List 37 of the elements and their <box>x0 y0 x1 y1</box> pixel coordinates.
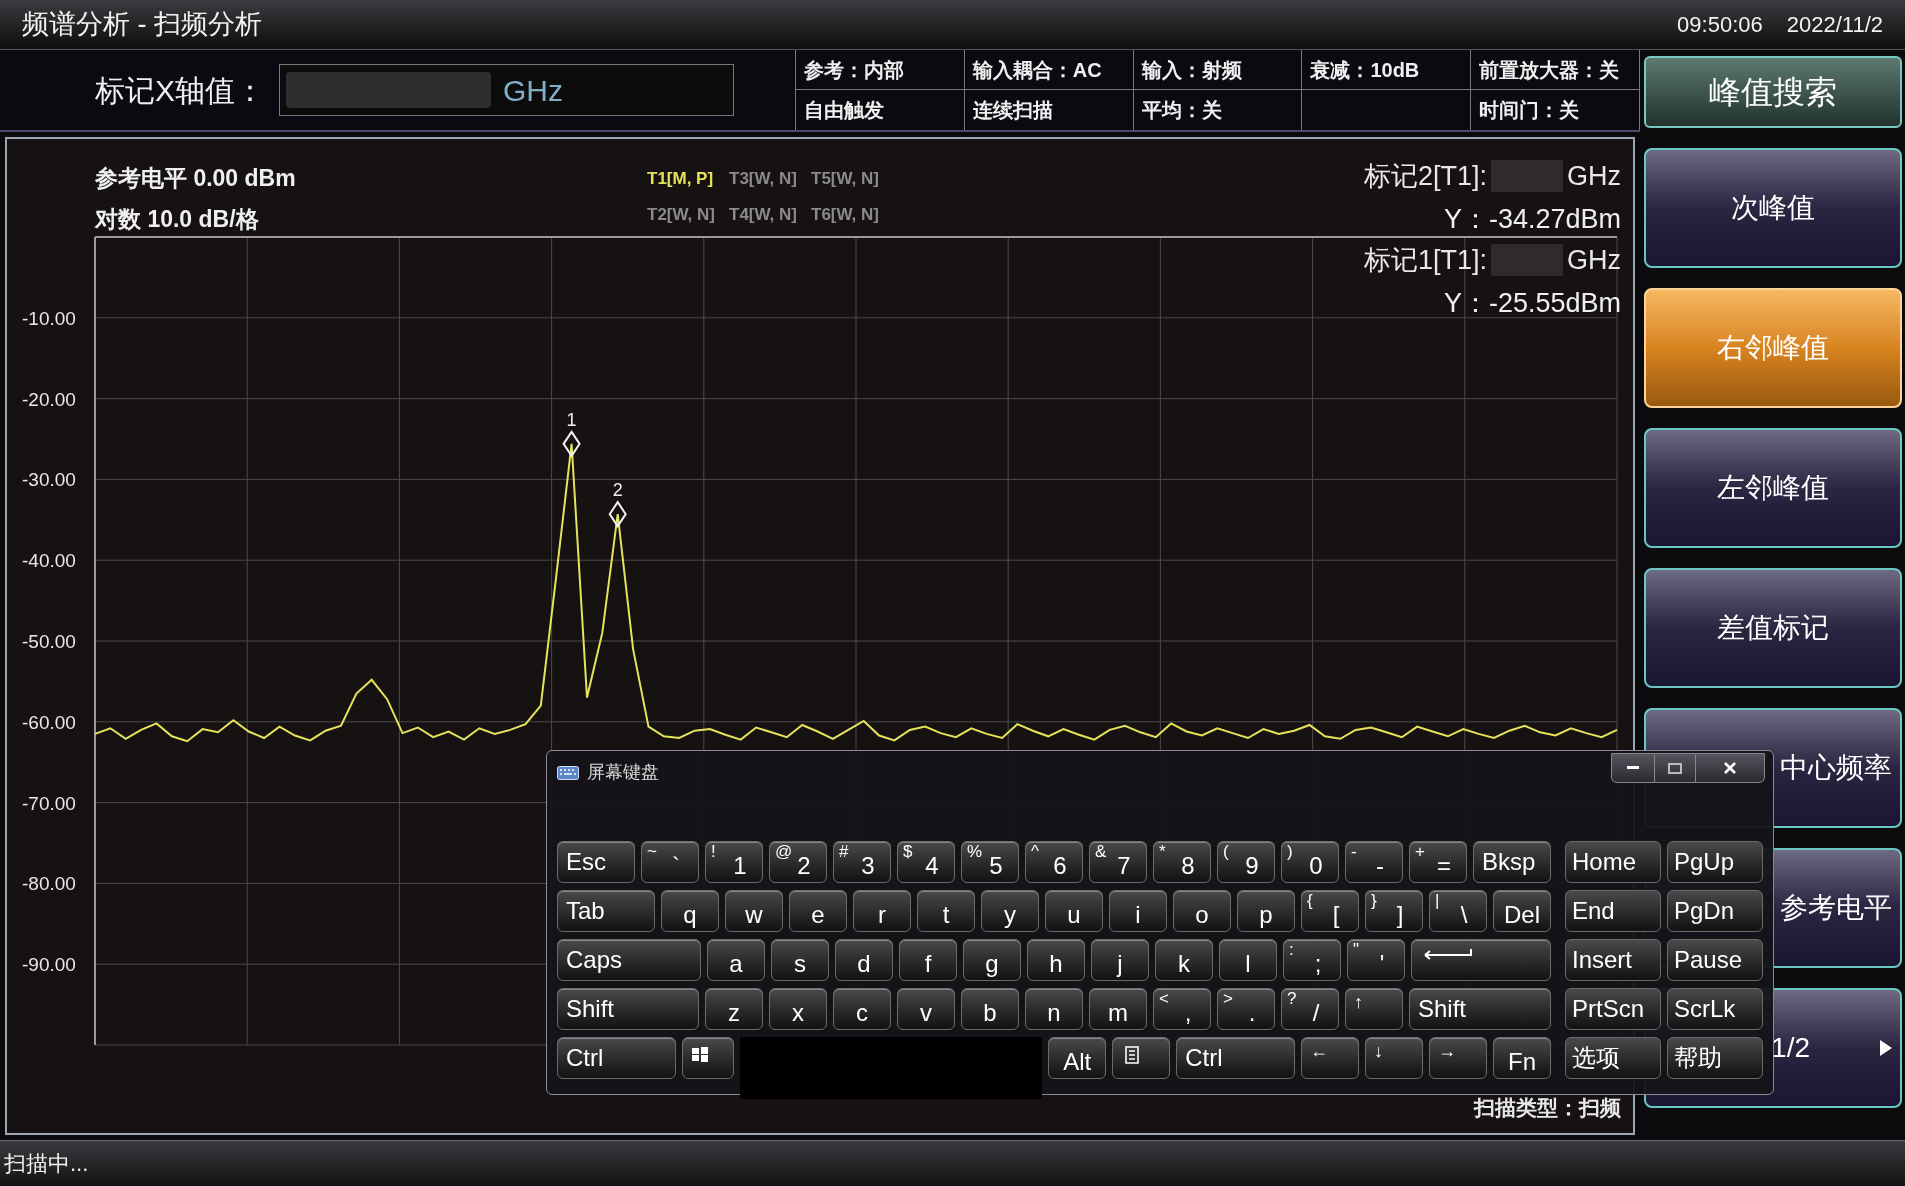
keyboard-title: 屏幕键盘 <box>587 761 659 784</box>
clock-time: 09:50:06 <box>1677 11 1763 39</box>
y-tick-label: -30.00 <box>22 469 76 491</box>
marker-number: 2 <box>612 480 623 501</box>
window-title: 频谱分析 - 扫频分析 <box>22 8 262 42</box>
status-text: 输入耦合：AC <box>972 57 1102 83</box>
marker-reading: Y：-34.27dBm <box>1443 203 1621 236</box>
y-tick-label: -60.00 <box>22 711 76 733</box>
status-text: 输入：射频 <box>1141 57 1242 83</box>
status-text: 参考：内部 <box>804 57 904 83</box>
menu-title: 峰值搜索 <box>1644 56 1902 128</box>
marker-reading: Y：-25.55dBm <box>1443 287 1621 320</box>
status-text: 时间门：关 <box>1479 98 1580 123</box>
status-text: 连续扫描 <box>972 98 1053 123</box>
y-tick-label: -10.00 <box>22 307 76 329</box>
unit-label: GHz <box>503 72 563 109</box>
clock-date: 2022/11/2 <box>1786 11 1883 39</box>
y-tick-label: -80.00 <box>22 873 76 895</box>
y-tick-label: -40.00 <box>22 550 76 572</box>
status-text: 平均：关 <box>1141 98 1222 123</box>
reference-level: 参考电平 0.00 dBm <box>95 164 297 193</box>
scale-label: 对数 10.0 dB/格 <box>95 204 260 234</box>
unit-label: GHz <box>1567 243 1621 277</box>
y-tick-label: -70.00 <box>22 792 76 814</box>
marker-label: 标记2[T1]: <box>1363 159 1487 193</box>
field-label: 标记X轴值： <box>95 72 265 109</box>
marker-number: 1 <box>566 409 577 430</box>
y-tick-label: -50.00 <box>22 631 76 652</box>
status-text: 前置放大器：关 <box>1479 57 1620 83</box>
status-text: 衰减：10dB <box>1310 57 1420 83</box>
y-tick-label: -20.00 <box>22 388 76 410</box>
unit-label: GHz <box>1567 159 1621 193</box>
marker-label: 标记1[T1]: <box>1363 243 1487 277</box>
sweep-type: 扫描类型：扫频 <box>1474 1094 1621 1121</box>
status-text: 自由触发 <box>804 98 884 123</box>
status-text: 扫描中... <box>4 1150 89 1178</box>
y-tick-label: -90.00 <box>22 954 76 976</box>
